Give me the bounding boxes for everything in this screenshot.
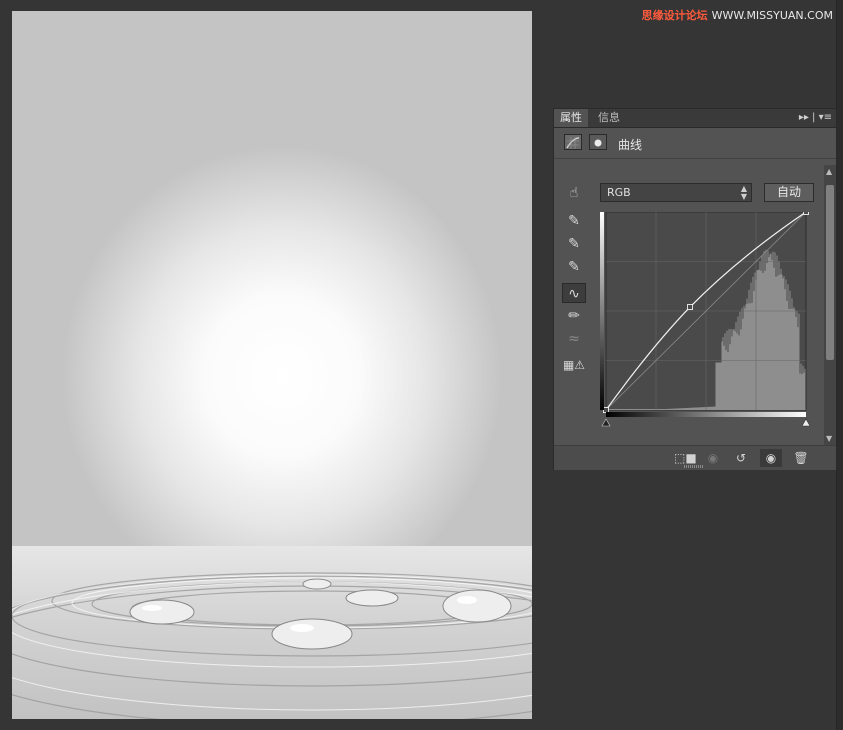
watermark-brand: 思缘设计论坛 [641,9,708,22]
panel-tab-bar: 属性 信息 ▸▸ | ▾≡ [554,109,836,128]
scroll-thumb[interactable] [826,185,834,360]
curves-graph[interactable] [598,212,812,432]
curves-adjustment-icon[interactable] [564,134,582,150]
watermark: 思缘设计论坛 WWW.MISSYUAN.COM [642,7,833,23]
channel-select-value: RGB [607,186,631,199]
panel-title: 曲线 [618,138,643,152]
reset-icon[interactable]: ↺ [730,449,752,467]
on-image-adjust-icon[interactable]: ☝ [562,183,586,203]
layer-mask-icon[interactable] [589,134,607,150]
panel-scrollbar[interactable]: ▲ ▼ [824,165,836,445]
channel-select[interactable]: RGB ▲ ▼ [600,183,752,202]
input-gradient-bar [606,412,806,417]
document-canvas[interactable] [12,11,532,719]
white-eyedropper-icon[interactable]: ✎ [562,257,586,277]
scroll-down-icon[interactable]: ▼ [826,434,832,443]
white-point-slider [801,418,811,427]
gray-eyedropper-icon[interactable]: ✎ [562,234,586,254]
delete-icon[interactable]: 🗑 [790,449,812,467]
water-ripple-image [12,546,532,719]
black-point-slider [601,418,611,427]
panel-header: 曲线 [554,128,836,159]
curve-point[interactable] [687,304,693,310]
tab-info[interactable]: 信息 [592,109,626,127]
watermark-url: WWW.MISSYUAN.COM [711,9,833,22]
view-previous-icon[interactable]: ◉ [702,449,724,467]
pencil-icon[interactable]: ✏ [562,306,586,326]
curve-point[interactable] [803,212,809,215]
curve-point[interactable] [603,407,609,413]
output-gradient-bar [600,212,604,410]
black-eyedropper-icon[interactable]: ✎ [562,211,586,231]
visibility-icon[interactable]: ◉ [760,449,782,467]
right-dock-edge [836,0,843,730]
properties-panel: 属性 信息 ▸▸ | ▾≡ 曲线 ☝ ✎ ✎ ✎ ∿ ✏ ≈ ▦⚠ RGB ▲ ▼… [553,108,837,470]
chevron-updown-icon: ▲ ▼ [740,184,747,201]
smooth-icon[interactable]: ≈ [562,329,586,349]
curve-point-icon[interactable]: ∿ [562,283,586,303]
scroll-up-icon[interactable]: ▲ [826,167,832,176]
tab-properties[interactable]: 属性 [554,109,588,127]
panel-resize-grip[interactable] [684,465,704,468]
panel-menu-icon[interactable]: ▸▸ | ▾≡ [799,109,832,127]
clipping-warning-icon[interactable]: ▦⚠ [562,355,586,375]
auto-button[interactable]: 自动 [764,183,814,202]
